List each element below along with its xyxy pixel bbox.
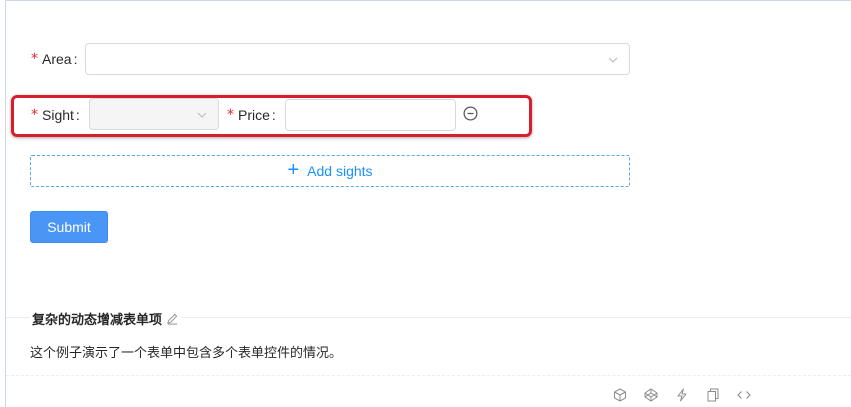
add-sights-button[interactable]: + Add sights — [30, 155, 630, 187]
sight-label: * Sight : — [31, 99, 80, 131]
submit-button[interactable]: Submit — [30, 211, 108, 243]
label-colon: : — [73, 51, 78, 67]
chevron-down-icon — [197, 112, 207, 118]
price-input[interactable] — [285, 99, 456, 131]
required-mark: * — [31, 107, 38, 123]
required-mark: * — [227, 107, 234, 123]
frame-border-top — [5, 0, 851, 1]
add-sights-label: Add sights — [307, 163, 373, 179]
copy-icon[interactable] — [705, 387, 721, 403]
area-select[interactable] — [85, 43, 630, 75]
code-icon[interactable] — [736, 387, 752, 403]
required-mark: * — [31, 51, 38, 67]
demo-title: 复杂的动态增减表单项 — [30, 309, 182, 328]
sight-label-text: Sight — [42, 107, 74, 123]
price-label-text: Price — [238, 107, 270, 123]
demo-description: 这个例子演示了一个表单中包含多个表单控件的情况。 — [30, 345, 343, 360]
codesandbox-icon[interactable] — [612, 387, 628, 403]
minus-circle-icon[interactable] — [463, 106, 478, 121]
codepen-icon[interactable] — [643, 387, 659, 403]
label-colon: : — [75, 107, 80, 123]
demo-actions — [612, 387, 767, 403]
label-colon: : — [271, 107, 276, 123]
demo-title-text: 复杂的动态增减表单项 — [32, 312, 163, 327]
plus-icon: + — [287, 159, 300, 181]
riddle-icon[interactable] — [674, 387, 690, 403]
sight-select[interactable] — [89, 98, 219, 130]
chevron-down-icon — [608, 57, 618, 63]
divider — [6, 375, 851, 376]
area-label: * Area : — [31, 43, 77, 75]
price-label: * Price : — [227, 99, 276, 131]
frame-border-left — [5, 0, 6, 407]
edit-icon[interactable] — [166, 312, 179, 325]
area-label-text: Area — [42, 51, 72, 67]
